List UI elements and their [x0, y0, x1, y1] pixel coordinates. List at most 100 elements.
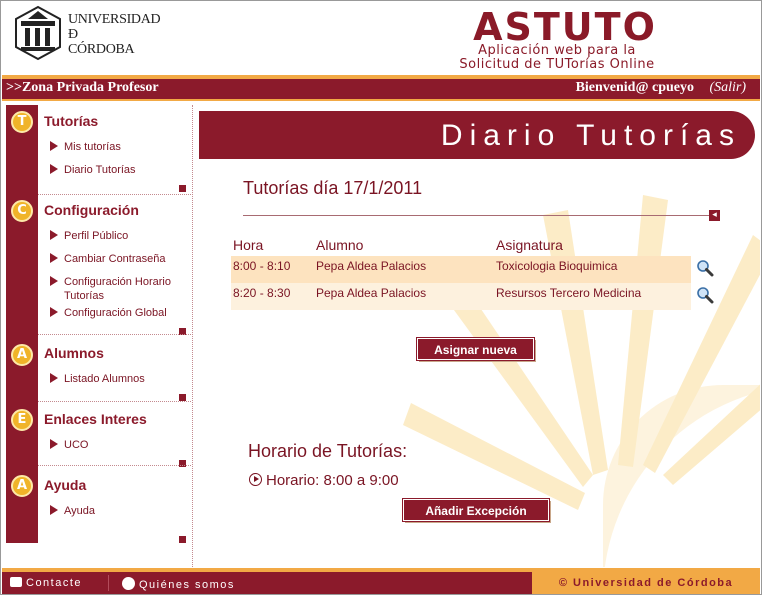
page-title: Diario Tutorías — [440, 119, 741, 152]
section-divider — [38, 401, 191, 402]
sidebar-item-label: Diario Tutorías — [64, 164, 136, 176]
about-label: Quiénes somos — [139, 579, 235, 591]
sidebar-item-configuracion-global[interactable]: Configuración Global — [50, 306, 167, 320]
contact-link[interactable]: Contacte — [10, 577, 82, 589]
user-bar: >>Zona Privada Profesor Bienvenid@ cpuey… — [2, 79, 760, 99]
sidebar-section-configuracion[interactable]: Configuración — [44, 202, 139, 218]
sidebar-item-uco[interactable]: UCO — [50, 438, 88, 452]
section-end-marker — [179, 536, 186, 543]
university-name-line: Ð — [68, 27, 78, 42]
sidebar-item-label: Mis tutorías — [64, 141, 121, 153]
column-header-hora: Hora — [233, 237, 264, 253]
sidebar-section-alumnos[interactable]: Alumnos — [44, 345, 104, 361]
sidebar-item-configuracion-horario[interactable]: Configuración Horario Tutorías — [50, 275, 178, 303]
sidebar-item-label: Perfil Público — [64, 230, 129, 242]
cell-action — [691, 256, 719, 283]
cell-hora: 8:00 - 8:10 — [231, 256, 314, 283]
tutorias-table: Hora Alumno Asignatura 8:00 - 8:10 Pepa … — [231, 236, 719, 310]
university-name-line: CÓRDOBA — [68, 42, 135, 57]
sidebar-item-diario-tutorias[interactable]: Diario Tutorías — [50, 163, 136, 177]
cell-alumno: Pepa Aldea Palacios — [314, 283, 494, 310]
zone-label: >>Zona Privada Profesor — [6, 80, 159, 95]
section-divider — [38, 465, 191, 466]
sidebar-item-perfil-publico[interactable]: Perfil Público — [50, 229, 128, 243]
sidebar-section-tutorias[interactable]: Tutorías — [44, 113, 98, 129]
user-bar-divider — [2, 99, 760, 101]
app-subtitle-line: Aplicación web para la — [478, 43, 636, 58]
section-divider — [38, 334, 191, 335]
sidebar-item-mis-tutorias[interactable]: Mis tutorías — [50, 140, 121, 154]
bullet-arrow-icon — [50, 164, 58, 174]
copyright: © Universidad de Córdoba — [532, 572, 760, 594]
app-title: ASTUTO — [473, 5, 657, 49]
table-row: 8:20 - 8:30 Pepa Aldea Palacios Resursos… — [231, 283, 719, 310]
welcome-label: Bienvenid@ cpueyo — [575, 80, 694, 95]
mail-icon — [10, 577, 22, 587]
back-arrow-icon[interactable]: ◂ — [709, 210, 720, 221]
university-name-line: UNIVERSIDAD — [68, 12, 161, 27]
app-subtitle-line: Solicitud de TUTorías Online — [459, 57, 655, 72]
day-title: Tutorías día 17/1/2011 — [243, 178, 423, 198]
logout-link[interactable]: (Salir) — [709, 80, 746, 96]
sidebar-item-label: Cambiar Contraseña — [64, 253, 166, 265]
section-badge-icon: C — [11, 200, 33, 222]
sidebar-item-label: Configuración Horario Tutorías — [64, 276, 171, 302]
table-header-row: Hora Alumno Asignatura — [231, 236, 719, 256]
bullet-arrow-icon — [50, 505, 58, 515]
add-exception-button[interactable]: Añadir Excepción — [402, 498, 550, 522]
bullet-arrow-icon — [50, 439, 58, 449]
sidebar-item-label: Configuración Global — [64, 307, 167, 319]
cell-asignatura: Toxicologia Bioquimica — [494, 256, 691, 283]
schedule-text: Horario: 8:00 a 9:00 — [266, 472, 399, 489]
cell-action — [691, 283, 719, 310]
contact-label: Contacte — [26, 577, 83, 589]
schedule-title: Horario de Tutorías: — [248, 441, 408, 461]
schedule-line: Horario: 8:00 a 9:00 — [249, 472, 399, 489]
university-name: UNIVERSIDAD Ð CÓRDOBA — [68, 12, 161, 57]
section-badge-icon: E — [11, 409, 33, 431]
section-badge-icon: A — [11, 475, 33, 497]
section-end-marker — [179, 394, 186, 401]
column-header-action — [691, 236, 719, 256]
table-row: 8:00 - 8:10 Pepa Aldea Palacios Toxicolo… — [231, 256, 719, 283]
sidebar: T Tutorías Mis tutorías Diario Tutorías … — [6, 105, 191, 543]
bullet-arrow-icon — [50, 276, 58, 286]
section-divider — [38, 194, 191, 195]
cell-hora: 8:20 - 8:30 — [231, 283, 314, 310]
sidebar-item-ayuda[interactable]: Ayuda — [50, 504, 95, 518]
magnifier-icon[interactable] — [696, 259, 714, 277]
section-badge-icon: A — [11, 344, 33, 366]
bullet-arrow-icon — [50, 141, 58, 151]
sidebar-item-cambiar-contrasena[interactable]: Cambiar Contraseña — [50, 252, 166, 266]
bullet-arrow-icon — [50, 307, 58, 317]
sidebar-item-listado-alumnos[interactable]: Listado Alumnos — [50, 372, 145, 386]
footer-separator — [108, 575, 109, 591]
page-banner: Diario Tutorías — [199, 111, 755, 159]
site-footer: Contacte Quiénes somos © Universidad de … — [2, 572, 760, 594]
user-icon — [122, 577, 135, 590]
magnifier-icon[interactable] — [696, 286, 714, 304]
sidebar-item-label: Ayuda — [64, 505, 95, 517]
column-header-alumno: Alumno — [316, 237, 364, 253]
day-title-rule — [243, 215, 709, 216]
sidebar-item-label: Listado Alumnos — [64, 373, 145, 385]
sidebar-section-enlaces[interactable]: Enlaces Interes — [44, 411, 147, 427]
university-crest-icon[interactable] — [14, 5, 62, 61]
bullet-arrow-icon — [50, 373, 58, 383]
cell-asignatura: Resursos Tercero Medicina — [494, 283, 691, 310]
section-end-marker — [179, 185, 186, 192]
about-link[interactable]: Quiénes somos — [122, 577, 235, 591]
assign-new-button[interactable]: Asignar nueva — [416, 337, 535, 361]
site-header: UNIVERSIDAD Ð CÓRDOBA ASTUTO Aplicación … — [2, 2, 760, 78]
app-window: UNIVERSIDAD Ð CÓRDOBA ASTUTO Aplicación … — [0, 0, 762, 595]
bullet-arrow-icon — [50, 253, 58, 263]
main-content: Diario Tutorías Tutorías día 17/1/2011 ◂… — [193, 105, 760, 567]
sidebar-section-ayuda[interactable]: Ayuda — [44, 477, 86, 493]
sidebar-item-label: UCO — [64, 439, 89, 451]
cell-alumno: Pepa Aldea Palacios — [314, 256, 494, 283]
column-header-asignatura: Asignatura — [496, 237, 563, 253]
section-badge-icon: T — [11, 111, 33, 133]
app-subtitle: Aplicación web para la Solicitud de TUTo… — [402, 44, 712, 72]
play-circle-icon — [249, 473, 262, 486]
bullet-arrow-icon — [50, 230, 58, 240]
